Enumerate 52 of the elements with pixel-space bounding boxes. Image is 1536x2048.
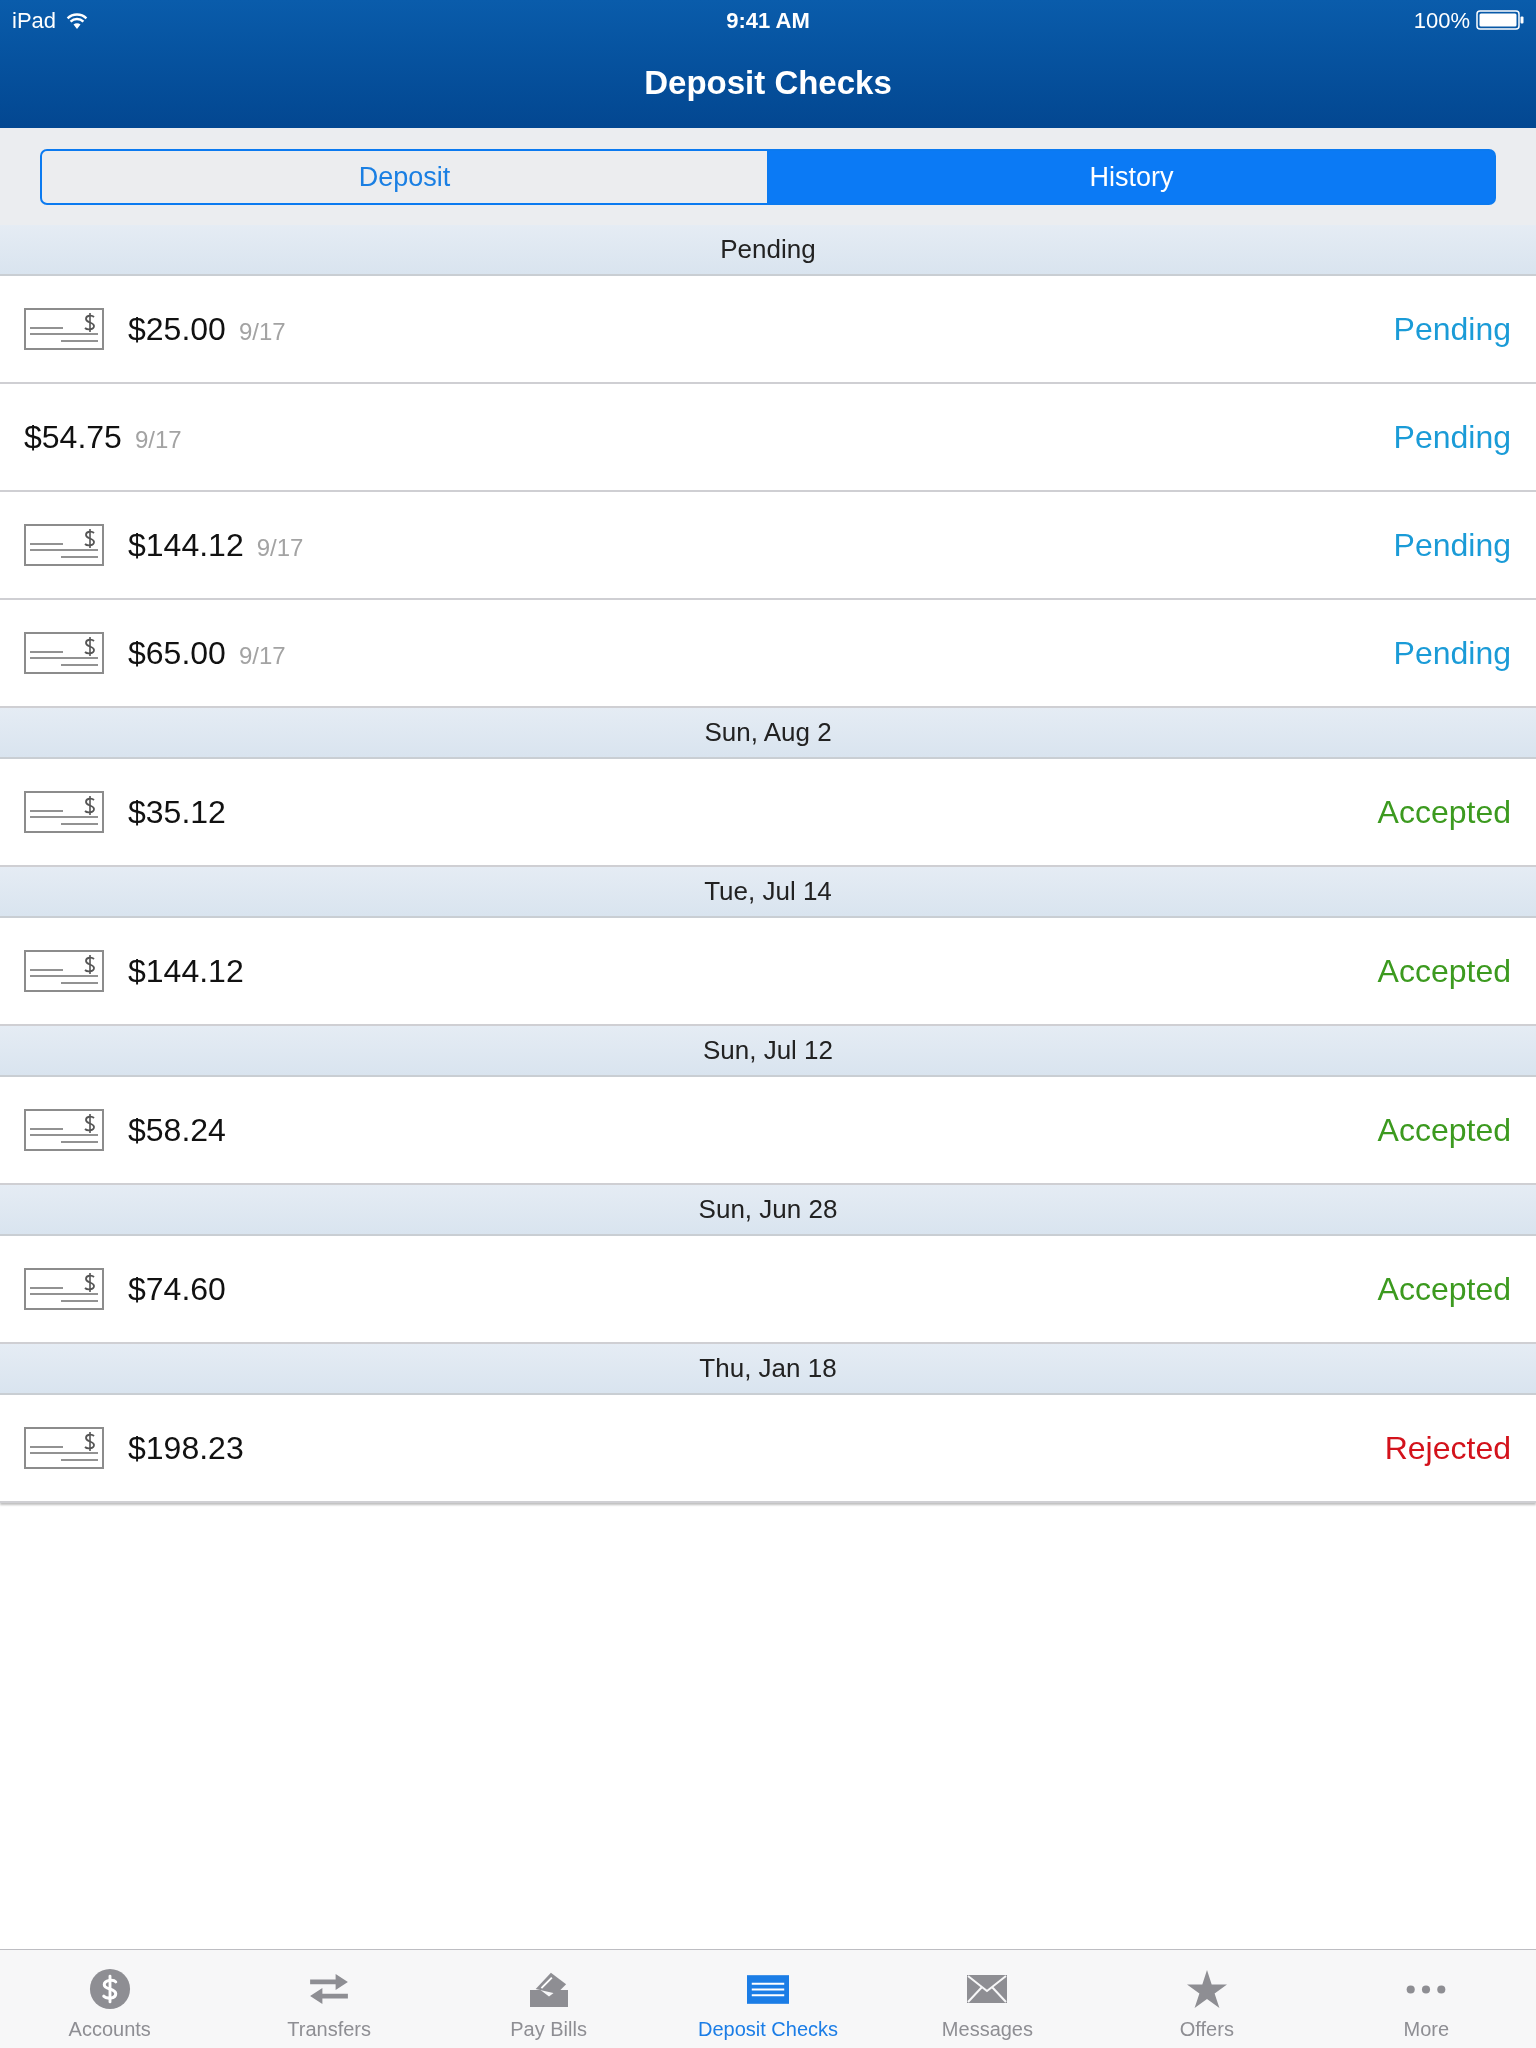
deposit-status: Accepted xyxy=(1377,1111,1511,1150)
deposit-row[interactable]: $65.00 9/17 Pending xyxy=(0,600,1536,708)
nav-title: Deposit Checks xyxy=(644,63,892,104)
star-icon xyxy=(1186,1970,1227,2008)
section-title: Tue, Jul 14 xyxy=(704,875,832,908)
deposit-amount: $58.24 xyxy=(128,1111,226,1150)
deposit-row[interactable]: $74.60 Accepted xyxy=(0,1236,1536,1344)
envelope-icon xyxy=(967,1975,1008,2003)
battery-percent: 100% xyxy=(1413,6,1470,35)
deposit-status: Accepted xyxy=(1377,1270,1511,1309)
deposit-row[interactable]: $144.12 Accepted xyxy=(0,918,1536,1026)
tab-bar-item[interactable]: Deposit Checks xyxy=(658,1950,878,2048)
deposit-status: Rejected xyxy=(1384,1429,1511,1468)
deposit-row[interactable]: $35.12 Accepted xyxy=(0,759,1536,867)
deposit-row[interactable]: $25.00 9/17 Pending xyxy=(0,276,1536,384)
deposit-status: Pending xyxy=(1393,526,1511,565)
wifi-icon xyxy=(66,11,89,29)
dollar-coin-icon xyxy=(88,1968,131,2010)
section-title: Thu, Jan 18 xyxy=(699,1352,837,1385)
check-stack-icon xyxy=(747,1974,789,2004)
deposit-amount: $144.12 xyxy=(128,526,244,565)
section-title: Sun, Aug 2 xyxy=(704,716,832,749)
battery-icon xyxy=(1476,10,1524,30)
deposit-row[interactable]: $58.24 Accepted xyxy=(0,1077,1536,1185)
deposit-row[interactable]: $144.12 9/17 Pending xyxy=(0,492,1536,600)
section-title: Sun, Jun 28 xyxy=(698,1193,838,1226)
deposit-row[interactable]: $54.75 9/17 Pending xyxy=(0,384,1536,492)
deposit-amount: $35.12 xyxy=(128,793,226,832)
segment-tab[interactable]: History xyxy=(769,149,1496,205)
deposit-date: 9/17 xyxy=(238,641,286,671)
more-dots-icon xyxy=(1406,1984,1447,1994)
transfer-arrows-icon xyxy=(308,1972,351,2006)
envelope-card-icon xyxy=(527,1970,570,2008)
deposit-amount: $54.75 xyxy=(24,418,122,457)
deposit-date: 9/17 xyxy=(256,533,304,563)
section-title: Sun, Jul 12 xyxy=(702,1034,834,1067)
deposit-amount: $25.00 xyxy=(128,310,226,349)
deposit-status: Pending xyxy=(1393,634,1511,673)
section-title: Pending xyxy=(720,233,816,266)
deposit-amount: $74.60 xyxy=(128,1270,226,1309)
deposit-status: Pending xyxy=(1393,418,1511,457)
device-name: iPad xyxy=(12,6,57,35)
deposit-date: 9/17 xyxy=(238,317,286,347)
deposit-amount: $198.23 xyxy=(128,1429,244,1468)
deposit-status: Accepted xyxy=(1377,952,1511,991)
deposit-status: Accepted xyxy=(1377,793,1511,832)
status-time: 9:41 AM xyxy=(726,6,810,35)
deposit-amount: $65.00 xyxy=(128,634,226,673)
deposit-date: 9/17 xyxy=(134,425,182,455)
deposit-status: Pending xyxy=(1393,310,1511,349)
deposit-row[interactable]: $198.23 Rejected xyxy=(0,1395,1536,1503)
deposit-amount: $144.12 xyxy=(128,952,244,991)
